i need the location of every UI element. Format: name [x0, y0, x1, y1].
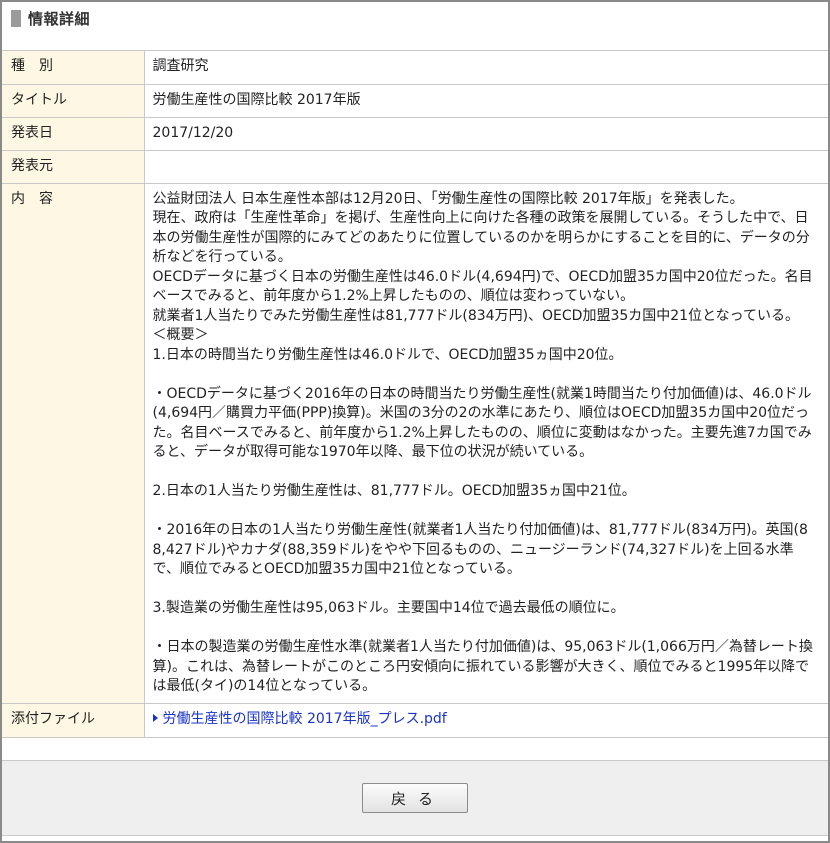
row-attachment: 添付ファイル 労働生産性の国際比較 2017年版_プレス.pdf: [2, 703, 828, 738]
row-content: 内 容 公益財団法人 日本生産性本部は12月20日、「労働生産性の国際比較 20…: [2, 183, 828, 704]
content-line: ・OECDデータに基づく2016年の日本の時間当たり労働生産性(就業1時間当たり…: [152, 385, 812, 461]
type-label: 種 別: [2, 51, 145, 85]
date-label: 発表日: [2, 117, 145, 151]
page-title: 情報詳細: [28, 10, 91, 28]
content-line: ・日本の製造業の労働生産性水準(就業者1人当たり付加価値)は、95,063ドル(…: [152, 639, 813, 694]
row-title: タイトル 労働生産性の国際比較 2017年版: [2, 84, 828, 118]
content-line: [153, 502, 821, 522]
content-line: 1.日本の時間当たり労働生産性は46.0ドルで、OECD加盟35ヵ国中20位。: [152, 346, 623, 363]
attachment-file-name: 労働生産性の国際比較 2017年版_プレス.pdf: [162, 710, 447, 727]
content-line: [153, 580, 821, 600]
row-type: 種 別 調査研究: [2, 51, 828, 85]
title-label: タイトル: [2, 84, 145, 118]
attachment-link[interactable]: 労働生産性の国際比較 2017年版_プレス.pdf: [152, 710, 447, 727]
triangle-right-icon: [152, 713, 158, 722]
source-label: 発表元: [2, 150, 145, 184]
content-line: 就業者1人当たりでみた労働生産性は81,777ドル(834万円)、OECD加盟3…: [152, 307, 799, 324]
content-label: 内 容: [2, 183, 145, 704]
source-value: [144, 150, 828, 184]
attachment-label: 添付ファイル: [2, 703, 145, 738]
content-line: 公益財団法人 日本生産性本部は12月20日、「労働生産性の国際比較 2017年版…: [152, 190, 744, 207]
content-line: ・2016年の日本の1人当たり労働生産性(就業者1人当たり付加価値)は、81,7…: [152, 522, 808, 577]
content-line: [153, 463, 821, 483]
content-body: 公益財団法人 日本生産性本部は12月20日、「労働生産性の国際比較 2017年版…: [144, 183, 828, 704]
content-line: 3.製造業の労働生産性は95,063ドル。主要国中14位で過去最低の順位に。: [152, 600, 625, 616]
content-line: [153, 365, 821, 385]
content-line: OECDデータに基づく日本の労働生産性は46.0ドル(4,694円)で、OECD…: [152, 268, 813, 305]
content-line: 現在、政府は「生産性革命」を掲げ、生産性向上に向けた各種の政策を展開している。そ…: [152, 210, 810, 265]
detail-table: 種 別 調査研究 タイトル 労働生産性の国際比較 2017年版 発表日 2017…: [2, 51, 828, 738]
footer-bar: 戻る: [2, 760, 828, 836]
row-source: 発表元: [2, 150, 828, 184]
type-value: 調査研究: [144, 51, 828, 85]
row-date: 発表日 2017/12/20: [2, 117, 828, 151]
back-button[interactable]: 戻る: [362, 783, 468, 813]
title-value: 労働生産性の国際比較 2017年版: [144, 84, 828, 118]
content-line: [153, 619, 821, 639]
info-detail-panel: 情報詳細 種 別 調査研究 タイトル 労働生産性の国際比較 2017年版 発表日…: [0, 0, 830, 843]
attachment-value: 労働生産性の国際比較 2017年版_プレス.pdf: [144, 703, 828, 738]
content-line: 2.日本の1人当たり労働生産性は、81,777ドル。OECD加盟35ヵ国中21位…: [152, 483, 636, 499]
panel-header: 情報詳細: [2, 2, 828, 51]
content-line: ＜概要＞: [152, 327, 209, 343]
date-value: 2017/12/20: [144, 117, 828, 151]
header-marker-bar: [11, 10, 21, 27]
